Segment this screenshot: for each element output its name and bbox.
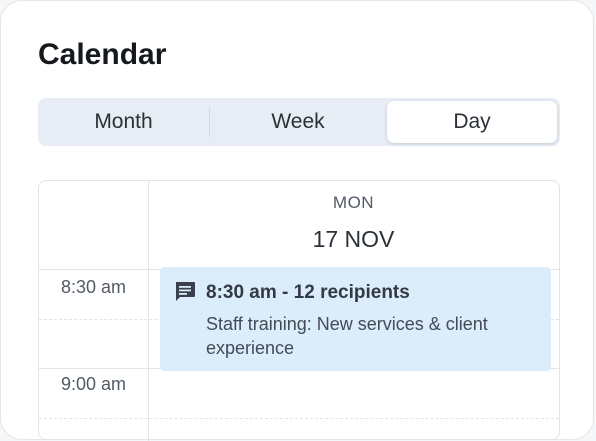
day-view-tab[interactable]: Day — [387, 101, 557, 143]
time-column-divider — [148, 181, 149, 441]
week-view-tab[interactable]: Week — [209, 98, 387, 146]
view-switcher: Month Week Day — [38, 98, 560, 146]
event-description: Staff training: New services & client ex… — [206, 314, 488, 358]
calendar-card: Calendar Month Week Day MON 17 NOV 8:30 … — [0, 0, 594, 441]
calendar-title: Calendar — [38, 38, 167, 71]
time-label: 9:00 am — [60, 374, 127, 394]
month-view-tab[interactable]: Month — [38, 98, 209, 146]
day-grid: MON 17 NOV 8:30 am 9:00 am 8:30 am - 12 … — [38, 180, 560, 441]
time-label: 8:30 am — [60, 277, 127, 297]
event-title: 8:30 am - 12 recipients — [206, 282, 410, 303]
calendar-event[interactable]: 8:30 am - 12 recipients Staff training: … — [160, 267, 551, 371]
half-hour-line — [39, 418, 559, 419]
date-label: 17 NOV — [312, 226, 395, 252]
weekday-label: MON — [332, 193, 375, 212]
message-icon — [175, 282, 195, 301]
